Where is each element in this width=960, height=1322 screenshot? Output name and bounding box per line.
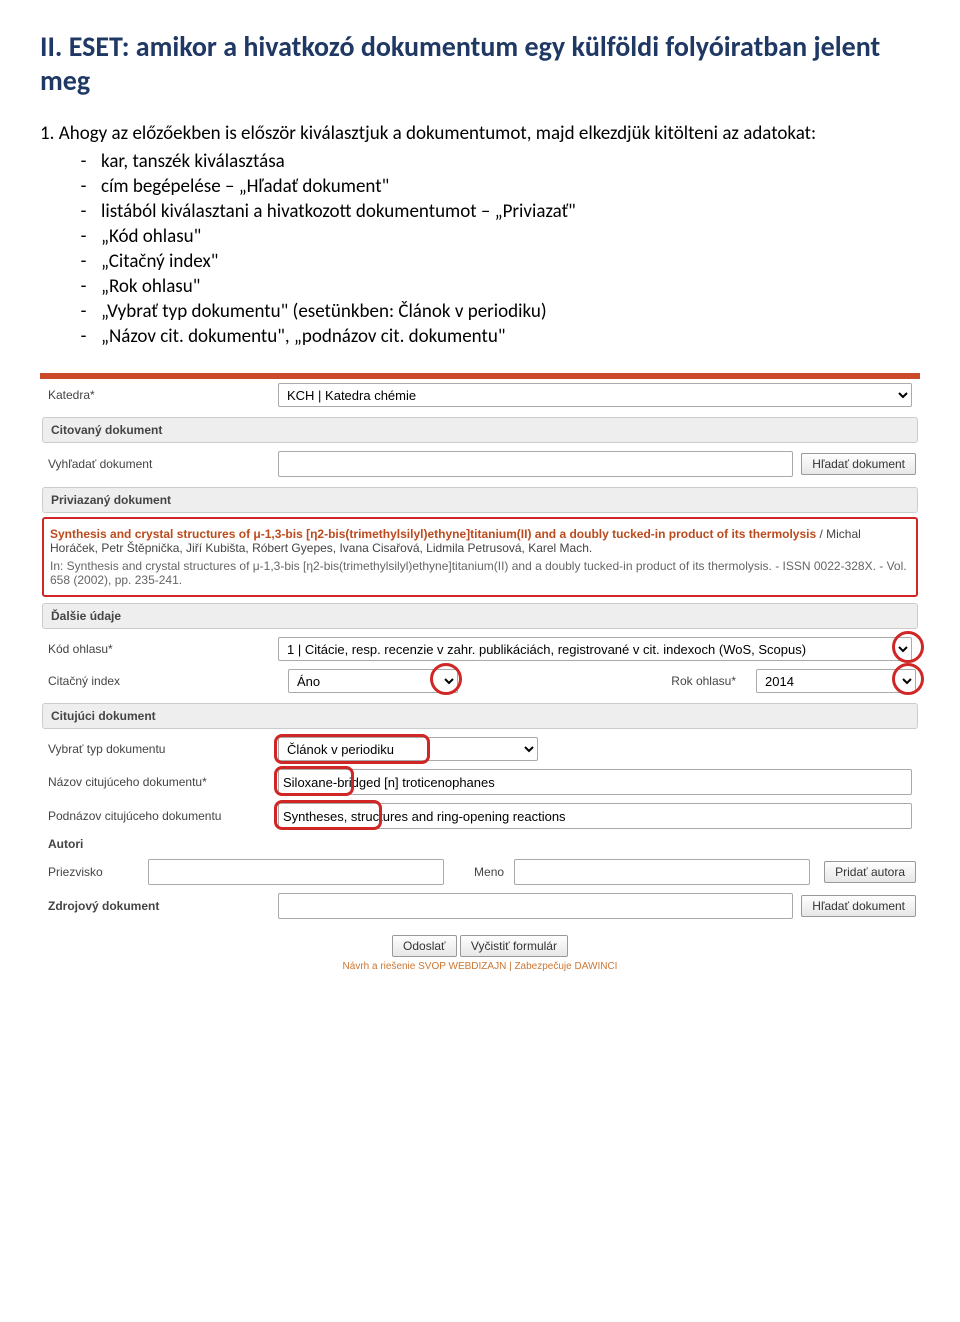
podnazov-label: Podnázov citujúceho dokumentu [44,809,278,823]
bound-doc-source: In: Synthesis and crystal structures of … [50,559,910,587]
bound-doc-title: Synthesis and crystal structures of μ-1,… [50,527,816,541]
rok-ohlasu-select[interactable]: 2014 [756,669,916,693]
autori-label: Autori [44,837,278,851]
app-form: Katedra* KCH | Katedra chémie Citovaný d… [40,373,920,982]
footer-credit: Návrh a riešenie SVOP WEBDIZAJN | Zabezp… [40,961,920,982]
typ-dokumentu-select[interactable]: Článok v periodiku [278,737,538,761]
priezvisko-label: Priezvisko [44,865,138,879]
nazov-label: Názov citujúceho dokumentu* [44,775,278,789]
zdrojovy-dokument-label: Zdrojový dokument [44,899,278,913]
bound-document-box: Synthesis and crystal structures of μ-1,… [42,517,918,597]
nazov-input[interactable] [278,769,912,795]
katedra-label: Katedra* [44,388,278,402]
list-item: „Citačný index" [95,250,920,273]
vyhladat-label: Vyhľadať dokument [44,457,278,471]
citujuci-dokument-header: Citujúci dokument [42,703,918,729]
meno-label: Meno [454,865,504,879]
list-item: cím begépelése – „Hľadať dokument" [95,175,920,198]
list-item: listából kiválasztani a hivatkozott doku… [95,200,920,223]
list-item: kar, tanszék kiválasztása [95,150,920,173]
pridat-autora-button[interactable]: Pridať autora [824,861,916,883]
citacny-index-select[interactable]: Áno [288,669,458,693]
vycistit-button[interactable]: Vyčistiť formulár [460,935,568,957]
kod-ohlasu-label: Kód ohlasu* [44,642,278,656]
rok-ohlasu-label: Rok ohlasu* [616,674,746,688]
list-item: „Názov cit. dokumentu", „podnázov cit. d… [95,325,920,348]
hladat-dokument-button[interactable]: Hľadať dokument [801,453,916,475]
list-item: „Rok ohlasu" [95,275,920,298]
list-item: „Vybrať typ dokumentu" (esetünkben: Člán… [95,300,920,323]
kod-ohlasu-select[interactable]: 1 | Citácie, resp. recenzie v zahr. publ… [278,637,912,661]
podnazov-input[interactable] [278,803,912,829]
zdroj-input[interactable] [278,893,793,919]
odoslat-button[interactable]: Odoslať [392,935,457,957]
priviazany-dokument-header: Priviazaný dokument [42,487,918,513]
page-title: II. ESET: amikor a hivatkozó dokumentum … [40,30,920,97]
typ-dokumentu-label: Vybrať typ dokumentu [44,742,278,756]
intro-text: 1. Ahogy az előzőekben is először kivála… [40,122,920,145]
citacny-index-label: Citačný index [44,674,278,688]
meno-input[interactable] [514,859,810,885]
hladat-zdroj-button[interactable]: Hľadať dokument [801,895,916,917]
search-input[interactable] [278,451,793,477]
dalsie-udaje-header: Ďalšie údaje [42,603,918,629]
instruction-list: kar, tanszék kiválasztása cím begépelése… [40,150,920,348]
priezvisko-input[interactable] [148,859,444,885]
list-item: „Kód ohlasu" [95,225,920,248]
katedra-select[interactable]: KCH | Katedra chémie [278,383,912,407]
citovany-dokument-header: Citovaný dokument [42,417,918,443]
